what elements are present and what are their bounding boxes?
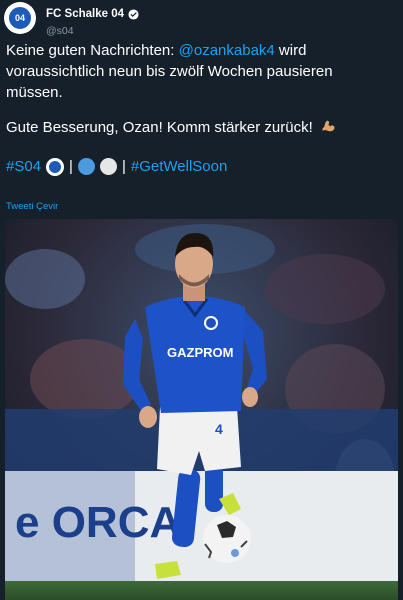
tweet-line-2: voraussichtlich neun bis zwölf Wochen pa… — [6, 63, 333, 80]
verified-badge-icon — [128, 8, 139, 20]
tweet-line-3: müssen. — [6, 84, 63, 101]
mention-link[interactable]: @ozankabak4 — [179, 42, 275, 59]
tweet-line-1: Keine guten Nachrichten: @ozankabak4 wir… — [6, 40, 398, 61]
hashtag-s04[interactable]: #S04 — [6, 156, 41, 177]
jersey-sponsor: GAZPROM — [167, 345, 233, 360]
football — [203, 515, 251, 563]
tweet-photo[interactable]: e ORCA 4 GAZPROM — [5, 219, 398, 600]
display-name-row[interactable]: FC Schalke 04 — [46, 8, 139, 20]
muscle-emoji-icon — [322, 120, 335, 132]
tweet-text: Keine guten Nachrichten: @ozankabak4 wir… — [6, 40, 398, 177]
tweet-header: 04 FC Schalke 04 @s04 — [4, 2, 399, 37]
shorts-number: 4 — [215, 421, 223, 437]
hashtag-row: #S04 | | #GetWellSoon — [6, 156, 398, 177]
schalke-crest-icon: 04 — [7, 5, 33, 31]
translate-tweet-link[interactable]: Tweeti Çevir — [6, 201, 58, 212]
hashtag-getwellsoon[interactable]: #GetWellSoon — [131, 156, 227, 177]
display-name[interactable]: FC Schalke 04 — [46, 8, 124, 20]
separator: | — [69, 158, 73, 175]
crest-text: 04 — [14, 13, 25, 23]
blue-circle-icon — [77, 158, 95, 175]
football-player-photo: e ORCA 4 GAZPROM — [5, 219, 398, 600]
account-info: FC Schalke 04 @s04 — [46, 4, 139, 37]
avatar[interactable]: 04 — [4, 2, 36, 34]
account-handle[interactable]: @s04 — [46, 25, 139, 37]
tweet-line-4: Gute Besserung, Ozan! Komm stärker zurüc… — [6, 117, 398, 138]
white-circle-icon — [99, 158, 117, 175]
pitch — [5, 581, 398, 600]
tweet-text-start: Keine guten Nachrichten: — [6, 42, 179, 59]
separator: | — [121, 158, 126, 175]
tweet-text-wird: wird — [274, 42, 307, 59]
tweet-get-well-text: Gute Besserung, Ozan! Komm stärker zurüc… — [6, 119, 313, 136]
schalke-emoji-icon — [46, 157, 65, 176]
board-text: e ORCA — [15, 498, 181, 547]
